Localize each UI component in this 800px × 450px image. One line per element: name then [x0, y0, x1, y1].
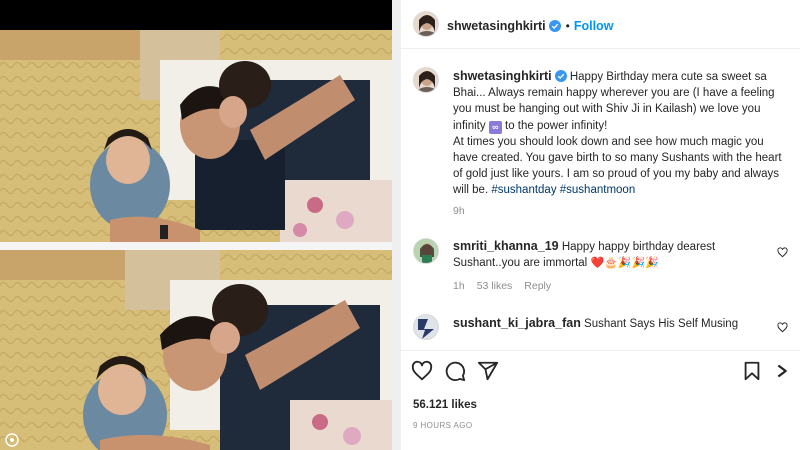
likes-count[interactable]: 56.121 likes — [413, 399, 477, 411]
post-header: shwetasinghkirti • Follow — [401, 0, 800, 48]
header-separator: • — [565, 19, 570, 33]
header-divider — [401, 48, 800, 49]
photo-edge — [392, 0, 400, 450]
heart-icon[interactable] — [411, 360, 433, 382]
comment-1-meta: 1h 53 likes Reply — [453, 280, 563, 292]
post-caption: shwetasinghkirti Happy Birthday mera cut… — [453, 68, 788, 199]
post-photo-top[interactable] — [0, 30, 392, 242]
verified-badge-icon — [548, 20, 561, 32]
posted-time: 9 HOURS AGO — [413, 421, 473, 430]
comment-1-username[interactable]: smriti_khanna_19 — [453, 239, 559, 253]
comment-icon[interactable] — [444, 360, 466, 382]
comment-avatar-2[interactable] — [413, 314, 439, 340]
caption-avatar[interactable] — [413, 67, 439, 93]
comment-avatar-1[interactable] — [413, 238, 439, 264]
photo-gap — [0, 242, 400, 250]
author-avatar[interactable] — [413, 11, 439, 37]
more-icon[interactable] — [771, 360, 793, 382]
comment-2-like-icon[interactable] — [777, 322, 788, 333]
caption-username[interactable]: shwetasinghkirti — [453, 69, 552, 83]
bookmark-icon[interactable] — [741, 360, 763, 382]
collection-icon — [5, 433, 19, 447]
post-photo-bottom[interactable] — [0, 250, 392, 450]
post-photo-panel — [0, 0, 400, 450]
comment-1-emojis: ❤️🎂🎉🎉🎉 — [590, 257, 659, 269]
comment-1-reply-button[interactable]: Reply — [524, 280, 551, 292]
author-username[interactable]: shwetasinghkirti — [447, 19, 546, 33]
infinity-emoji: ∞ — [488, 120, 502, 134]
caption-text-2: to the power infinity! — [505, 119, 608, 132]
comment-1-like-icon[interactable] — [777, 247, 788, 258]
comment-1: smriti_khanna_19 Happy happy birthday de… — [453, 238, 775, 271]
post-side-panel: shwetasinghkirti • Follow shwetasinghkirti… — [400, 0, 800, 450]
post-actions — [411, 360, 791, 386]
caption-time: 9h — [453, 205, 465, 217]
photo-top-strip — [0, 0, 400, 24]
verified-badge-icon — [554, 70, 567, 82]
follow-button[interactable]: Follow — [574, 19, 614, 33]
comment-1-likes[interactable]: 53 likes — [477, 280, 513, 292]
caption-hashtags[interactable]: #sushantday #sushantmoon — [491, 184, 635, 196]
comment-2-text: Sushant Says His Self Musing — [584, 318, 739, 330]
comment-2-username[interactable]: sushant_ki_jabra_fan — [453, 316, 581, 330]
comment-1-time: 1h — [453, 280, 465, 292]
comment-2: sushant_ki_jabra_fan Sushant Says His Se… — [453, 315, 775, 332]
actions-divider — [401, 350, 800, 351]
share-icon[interactable] — [477, 360, 499, 382]
